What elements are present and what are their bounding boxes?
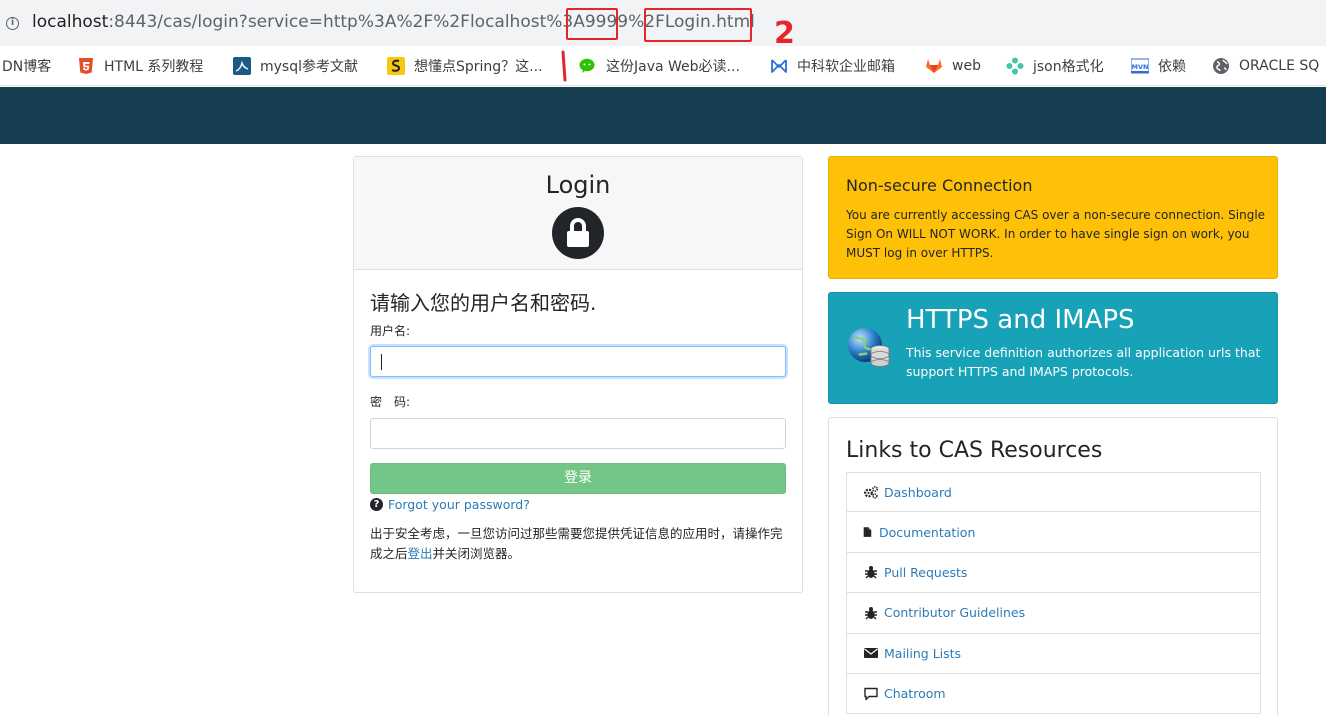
resources-title: Links to CAS Resources bbox=[846, 438, 1103, 463]
bookmark-4[interactable]: 这份Java Web必读... bbox=[579, 56, 740, 76]
resource-link-contributor-guidelines[interactable]: Contributor Guidelines bbox=[846, 593, 1261, 634]
mvn-icon: MVN bbox=[1131, 58, 1149, 74]
bookmark-label: DN博客 bbox=[2, 59, 52, 75]
file-icon bbox=[863, 527, 872, 537]
resource-link-mailing-lists[interactable]: Mailing Lists bbox=[846, 633, 1261, 674]
json-icon bbox=[1006, 57, 1024, 75]
password-input[interactable] bbox=[370, 418, 786, 449]
bookmark-label: 中科软企业邮箱 bbox=[797, 59, 895, 75]
annotation-box-port bbox=[566, 8, 618, 40]
bookmark-label: 这份Java Web必读... bbox=[606, 59, 740, 75]
resource-link-documentation[interactable]: Documentation bbox=[846, 512, 1261, 553]
logout-link[interactable]: 登出 bbox=[408, 546, 433, 561]
bookmarks-bar: DN博客 HTML 系列教程 mysql参考文献 想懂点Spring？这... … bbox=[0, 46, 1326, 86]
resource-label: Contributor Guidelines bbox=[884, 605, 1026, 621]
gears-icon bbox=[864, 486, 879, 499]
warning-title: Non-secure Connection bbox=[846, 176, 1033, 195]
bookmark-label: HTML 系列教程 bbox=[104, 59, 204, 75]
url-host: localhost bbox=[32, 12, 109, 32]
security-notice: 出于安全考虑，一旦您访问过那些需要您提供凭证信息的应用时，请操作完成之后登出并关… bbox=[370, 524, 786, 564]
notice-text-2: 并关闭浏览器。 bbox=[432, 546, 521, 561]
wechat-icon bbox=[579, 58, 595, 73]
bookmark-5[interactable]: 中科软企业邮箱 bbox=[770, 56, 895, 76]
login-prompt: 请输入您的用户名和密码. bbox=[370, 291, 597, 315]
login-header: Login bbox=[354, 157, 802, 270]
username-input[interactable] bbox=[370, 346, 786, 377]
bookmark-label: mysql参考文献 bbox=[260, 59, 358, 75]
html5-icon bbox=[79, 58, 93, 74]
resource-label: Documentation bbox=[879, 524, 976, 540]
username-label: 用户名: bbox=[370, 324, 411, 338]
spring-bookmark-icon bbox=[387, 57, 405, 75]
password-label: 密 码: bbox=[370, 395, 411, 409]
resource-link-dashboard[interactable]: Dashboard bbox=[846, 472, 1261, 513]
page: i localhost:8443/cas/login?service=http%… bbox=[0, 0, 1326, 716]
login-submit-button[interactable]: 登录 bbox=[370, 463, 786, 494]
resource-label: Mailing Lists bbox=[884, 645, 962, 661]
forgot-password-label: Forgot your password? bbox=[388, 497, 530, 512]
bookmark-6[interactable]: web bbox=[925, 56, 981, 76]
login-form: 请输入您的用户名和密码. 用户名: 密 码: 登录 ? Forgot your … bbox=[370, 287, 786, 564]
bookmark-7[interactable]: json格式化 bbox=[1006, 56, 1104, 76]
bug-icon bbox=[865, 606, 877, 620]
lock-icon bbox=[552, 207, 604, 259]
cas-header bbox=[0, 87, 1326, 144]
login-card: Login 请输入您的用户名和密码. 用户名: 密 码: 登录 ? Forgot… bbox=[353, 156, 803, 593]
bookmark-label: 想懂点Spring？这... bbox=[414, 59, 543, 75]
cas-resources-card: Links to CAS Resources Dashboard Documen… bbox=[828, 417, 1278, 716]
service-info-box: HTTPS and IMAPS This service definition … bbox=[828, 292, 1278, 404]
annotation-box-page bbox=[644, 8, 752, 42]
forgot-password-link[interactable]: ? Forgot your password? bbox=[370, 497, 786, 512]
bookmark-2[interactable]: mysql参考文献 bbox=[233, 56, 358, 76]
mysql-icon bbox=[233, 57, 251, 75]
resource-link-chatroom[interactable]: Chatroom bbox=[846, 673, 1261, 715]
resource-label: Pull Requests bbox=[884, 564, 968, 580]
address-bar: i localhost:8443/cas/login?service=http%… bbox=[0, 0, 1326, 51]
bookmark-label: json格式化 bbox=[1033, 59, 1104, 75]
text-caret bbox=[381, 354, 382, 370]
service-title: HTTPS and IMAPS bbox=[906, 305, 1135, 335]
globe-database-icon bbox=[848, 328, 890, 367]
bookmark-label: web bbox=[952, 58, 981, 74]
bookmark-9[interactable]: ORACLE SQ bbox=[1212, 56, 1319, 76]
bug-icon bbox=[865, 566, 877, 579]
service-text: This service definition authorizes all a… bbox=[906, 345, 1261, 379]
bookmark-label: ORACLE SQ bbox=[1239, 58, 1320, 74]
resource-link-pull-requests[interactable]: Pull Requests bbox=[846, 552, 1261, 594]
svg-text:MVN: MVN bbox=[1132, 63, 1149, 71]
question-circle-icon: ? bbox=[370, 498, 383, 511]
comment-icon bbox=[864, 687, 878, 700]
globe-icon bbox=[1213, 58, 1229, 74]
bookmark-0[interactable]: DN博客 bbox=[2, 56, 51, 76]
bookmark-1[interactable]: HTML 系列教程 bbox=[77, 56, 203, 76]
gitlab-icon bbox=[926, 59, 942, 73]
site-info-icon[interactable]: i bbox=[6, 17, 19, 30]
envelope-icon bbox=[864, 648, 878, 659]
bookmark-8[interactable]: MVN 依赖 bbox=[1131, 56, 1186, 76]
login-title: Login bbox=[545, 171, 611, 199]
bookmark-label: 依赖 bbox=[1158, 59, 1186, 75]
bookmark-3[interactable]: 想懂点Spring？这... bbox=[387, 56, 543, 76]
annotation-label-1 bbox=[561, 50, 567, 82]
mail-logo-icon bbox=[771, 59, 787, 73]
non-secure-warning: Non-secure Connection You are currently … bbox=[828, 156, 1278, 279]
resource-label: Chatroom bbox=[884, 686, 946, 702]
resources-list: Dashboard Documentation Pull Requests Co… bbox=[846, 472, 1261, 715]
resource-label: Dashboard bbox=[884, 484, 952, 500]
warning-text: You are currently accessing CAS over a n… bbox=[846, 208, 1266, 260]
